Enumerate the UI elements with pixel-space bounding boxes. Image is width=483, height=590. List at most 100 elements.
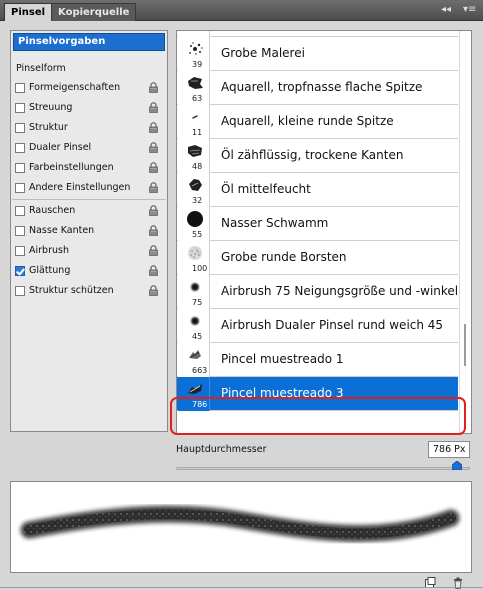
brush-size: 39: [192, 60, 203, 69]
brush-tip-icon: [192, 115, 198, 119]
panel-menu-button[interactable]: ▾≡: [463, 3, 476, 17]
lock-icon[interactable]: [148, 142, 159, 153]
options-divider: [12, 199, 166, 200]
option-checkbox[interactable]: [15, 83, 25, 93]
brush-list-scrollbar[interactable]: [459, 31, 471, 433]
brush-name: Airbrush 75 Neigungsgröße und -winkel: [221, 284, 459, 298]
brush-preset-row[interactable]: 663 Pincel muestreado 1: [177, 343, 458, 377]
brush-option-rauschen[interactable]: Rauschen: [11, 201, 167, 220]
option-label: Rauschen: [29, 205, 76, 216]
lock-icon[interactable]: [148, 182, 159, 193]
diameter-slider-track[interactable]: [176, 467, 470, 470]
brush-name: Aquarell, kleine runde Spitze: [221, 114, 394, 128]
brush-preset-row[interactable]: 45 Airbrush Dualer Pinsel rund weich 45: [177, 309, 458, 343]
brush-size: 63: [192, 94, 203, 103]
option-checkbox[interactable]: [15, 143, 25, 153]
brush-name: Nasser Schwamm: [221, 216, 329, 230]
tab-pinsel[interactable]: Pinsel: [4, 3, 53, 21]
bottom-divider: [0, 587, 483, 588]
brush-option-farbeinstellungen[interactable]: Farbeinstellungen: [11, 158, 167, 177]
brush-option-streuung[interactable]: Streuung: [11, 98, 167, 117]
brush-tip-icon: [188, 145, 202, 157]
brush-option-glättung[interactable]: Glättung: [11, 261, 167, 280]
brush-size: 663: [192, 366, 208, 375]
collapse-panel-button[interactable]: ◂◂: [441, 3, 451, 17]
option-checkbox[interactable]: [15, 123, 25, 133]
diameter-slider-handle[interactable]: [452, 461, 462, 470]
option-label: Struktur: [29, 122, 68, 133]
brush-name: Aquarell, tropfnasse flache Spitze: [221, 80, 423, 94]
brush-name: Airbrush Dualer Pinsel rund weich 45: [221, 318, 444, 332]
brush-presets-button[interactable]: Pinselvorgaben: [13, 33, 165, 51]
lock-icon[interactable]: [148, 122, 159, 133]
brush-option-andere-einstellungen[interactable]: Andere Einstellungen: [11, 178, 167, 197]
lock-icon[interactable]: [148, 82, 159, 93]
brush-thumbnail: 39: [178, 37, 210, 71]
brush-tip-icon: [186, 30, 204, 37]
brush-size: 75: [192, 298, 203, 307]
option-label: Streuung: [29, 102, 73, 113]
brush-preset-row[interactable]: 66: [177, 30, 458, 51]
brush-preset-list[interactable]: 66 39 Grobe Malerei 63 Aquarell, tropfnasse …: [176, 30, 472, 434]
brush-preset-row[interactable]: 63 Aquarell, tropfnasse flache Spitze: [177, 71, 458, 105]
brush-size: 100: [192, 264, 208, 273]
brush-tip-icon: [189, 350, 201, 359]
brush-thumbnail: 100: [178, 241, 210, 275]
brush-preset-row[interactable]: 32 Öl mittelfeucht: [177, 173, 458, 207]
brush-size: 45: [192, 332, 203, 341]
brush-thumbnail: 11: [178, 105, 210, 139]
lock-icon[interactable]: [148, 162, 159, 173]
scrollbar-thumb[interactable]: [464, 324, 466, 366]
brush-preset-row[interactable]: 55 Nasser Schwamm: [177, 207, 458, 241]
option-checkbox[interactable]: [15, 183, 25, 193]
option-checkbox[interactable]: [15, 103, 25, 113]
lock-icon[interactable]: [148, 245, 159, 256]
brush-tip-icon: [187, 211, 203, 227]
brush-thumbnail: 63: [178, 71, 210, 105]
selected-brush-highlight: [170, 397, 466, 435]
brush-stroke-preview: [10, 481, 472, 573]
brush-option-airbrush[interactable]: Airbrush: [11, 241, 167, 260]
option-label: Glättung: [29, 265, 71, 276]
brush-name: Grobe runde Borsten: [221, 250, 347, 264]
option-label: Nasse Kanten: [29, 225, 95, 236]
brush-tip-icon: [188, 246, 202, 260]
option-label: Farbeinstellungen: [29, 162, 114, 173]
brush-option-formeigenschaften[interactable]: Formeigenschaften: [11, 78, 167, 97]
option-checkbox[interactable]: [15, 206, 25, 216]
option-checkbox[interactable]: [15, 286, 25, 296]
brush-thumbnail: 663: [178, 343, 210, 377]
brush-tip-shape-item[interactable]: Pinselform: [11, 59, 167, 78]
brush-tip-icon: [189, 179, 202, 191]
brush-preset-row[interactable]: 100 Grobe runde Borsten: [177, 241, 458, 275]
option-checkbox[interactable]: [15, 226, 25, 236]
stroke-preview-graphic: [20, 505, 460, 542]
brush-name: Öl mittelfeucht: [221, 182, 311, 196]
brush-size: 48: [192, 162, 203, 171]
brush-preset-row[interactable]: 11 Aquarell, kleine runde Spitze: [177, 105, 458, 139]
brush-name: Grobe Malerei: [221, 46, 305, 60]
brush-preset-row[interactable]: 39 Grobe Malerei: [177, 37, 458, 71]
lock-icon[interactable]: [148, 265, 159, 276]
brush-size: 32: [192, 196, 203, 205]
tab-kopierquelle[interactable]: Kopierquelle: [51, 3, 137, 21]
brush-option-nasse-kanten[interactable]: Nasse Kanten: [11, 221, 167, 240]
option-checkbox[interactable]: [15, 266, 25, 276]
brush-option-struktur[interactable]: Struktur: [11, 118, 167, 137]
lock-icon[interactable]: [148, 205, 159, 216]
brush-preset-row[interactable]: 48 Öl zähflüssig, trockene Kanten: [177, 139, 458, 173]
diameter-input[interactable]: 786 Px: [428, 441, 470, 458]
lock-icon[interactable]: [148, 102, 159, 113]
lock-icon[interactable]: [148, 225, 159, 236]
brush-thumbnail: 32: [178, 173, 210, 207]
brush-preset-row[interactable]: 75 Airbrush 75 Neigungsgröße und -winkel: [177, 275, 458, 309]
brush-size: 55: [192, 230, 203, 239]
brush-option-dualer-pinsel[interactable]: Dualer Pinsel: [11, 138, 167, 157]
option-checkbox[interactable]: [15, 246, 25, 256]
lock-icon[interactable]: [148, 285, 159, 296]
brush-size: 11: [192, 128, 203, 137]
panel-bottom-bar: [0, 578, 483, 590]
brush-tip-icon: [188, 77, 203, 89]
brush-option-struktur-schützen[interactable]: Struktur schützen: [11, 281, 167, 300]
option-checkbox[interactable]: [15, 163, 25, 173]
